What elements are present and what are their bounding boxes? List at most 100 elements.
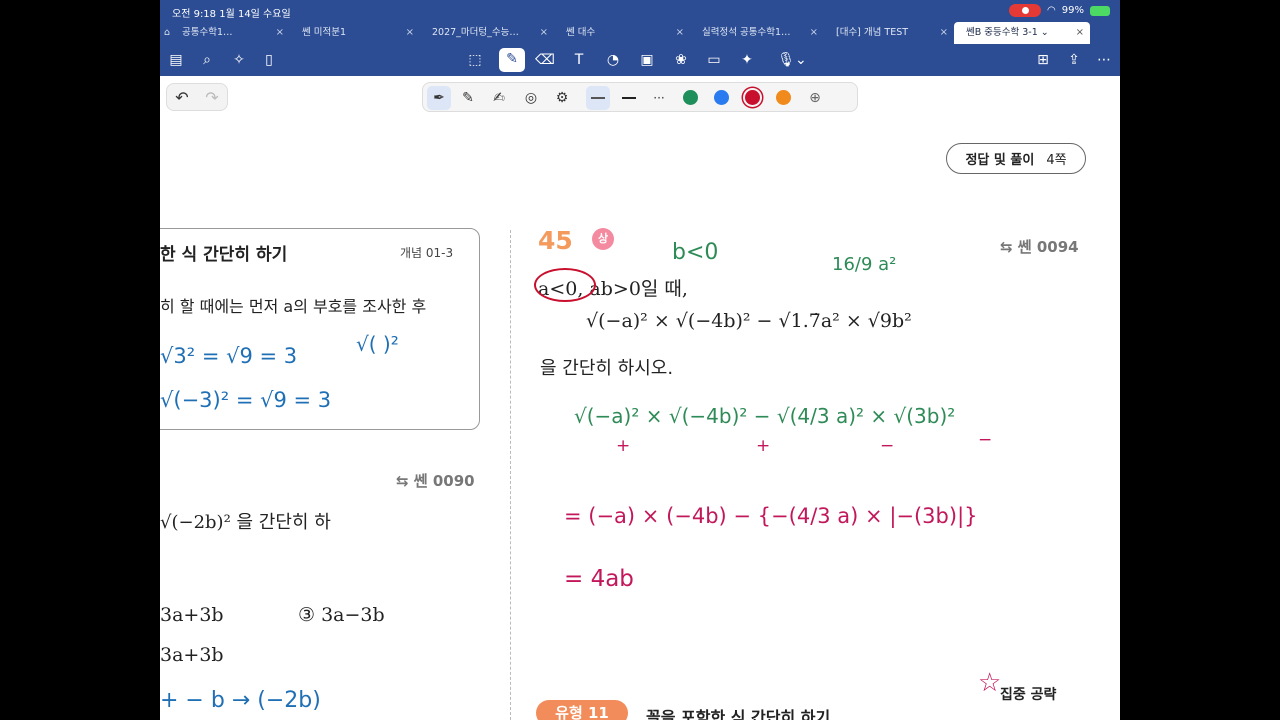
answer-page: 4쪽 [1046, 153, 1067, 168]
left-problem: √(−2b)² 을 간단히 하 [160, 512, 331, 533]
share-icon[interactable]: ⇪ [1063, 49, 1085, 71]
eraser-icon[interactable]: ⌫ [534, 49, 556, 71]
lasso-icon[interactable]: ⬚ [464, 49, 486, 71]
status-right: ◠ 99% [1009, 4, 1110, 17]
note-icon[interactable]: ▭ [703, 49, 725, 71]
laser-pointer-icon[interactable]: ✦ [736, 49, 758, 71]
sen-0094-ref: ⇆ 쎈 0094 [1000, 238, 1079, 256]
close-icon[interactable]: × [406, 22, 414, 44]
pen-tool-icon[interactable]: ✎ [499, 48, 525, 72]
sign-2: + [756, 436, 771, 456]
tab-bar: ⌂ 공통수학1… × 쎈 미적분1 × 2027_마더텅_수능… × 쎈 대수 … [160, 22, 1120, 44]
stroke-dotted[interactable]: ··· [647, 86, 671, 110]
column-divider [510, 230, 511, 720]
brush-pen-icon[interactable]: ✍ [487, 86, 511, 110]
add-page-icon[interactable]: ⊞ [1032, 49, 1054, 71]
focus-label: 집중 공략 [1000, 687, 1057, 703]
pen-palette: ✒ ✎ ✍ ◎ ⚙ ··· ⊕ [422, 82, 858, 112]
undo-redo-group: ↶ ↷ [166, 83, 228, 111]
answer-label: 정답 및 풀이 [965, 153, 1035, 168]
redo-icon[interactable]: ↷ [205, 88, 218, 107]
audio-record-icon[interactable]: 🎙︎⌄ [776, 49, 808, 71]
sign-4: − [978, 430, 993, 450]
stroke-medium[interactable] [617, 86, 641, 110]
pen-settings-icon[interactable]: ⚙ [550, 86, 574, 110]
page-icon[interactable]: ▯ [258, 49, 280, 71]
fountain-pen-icon[interactable]: ✒ [427, 86, 451, 110]
battery-icon [1090, 5, 1110, 16]
left-choice-b: 3a+3b [160, 644, 224, 666]
tab-label: 쎈B 중등수학 3-1 ⌄ [966, 27, 1049, 38]
undo-icon[interactable]: ↶ [175, 88, 188, 107]
problem-number: 45 [538, 226, 573, 255]
type-badge: 유형 11 [536, 700, 628, 720]
red-circle-annotation [534, 268, 596, 302]
bookmark-icon[interactable]: ✧ [228, 49, 250, 71]
close-icon[interactable]: × [940, 22, 948, 44]
concept-tag: 개념 01-3 [400, 246, 454, 260]
status-bar: 오전 9:18 1월 14일 수요일 ◠ 99% [160, 0, 1120, 22]
handwritten-rewrite: √(−a)² × √(−4b)² − √(4/3 a)² × √(3b)² [574, 404, 956, 428]
tab-sen-calculus[interactable]: 쎈 미적분1 × [290, 22, 420, 44]
note-app: 오전 9:18 1월 14일 수요일 ◠ 99% ⌂ 공통수학1… × 쎈 미적… [160, 0, 1120, 720]
sign-1: + [616, 436, 631, 456]
sen-0090-ref: ⇆ 쎈 0090 [396, 472, 475, 490]
shape-icon[interactable]: ◔ [602, 49, 624, 71]
close-icon[interactable]: × [540, 22, 548, 44]
tab-senb-middle[interactable]: 쎈B 중등수학 3-1 ⌄ × [954, 22, 1090, 44]
battery-percent: 99% [1061, 5, 1084, 16]
sidebar-icon[interactable]: ▤ [165, 49, 187, 71]
handwritten-step1: = (−a) × (−4b) − {−(4/3 a) × |−(3b)|} [564, 504, 978, 528]
handwritten-b-negative: b<0 [672, 240, 719, 265]
concept-text: 히 할 때에는 먼저 a의 부호를 조사한 후 [160, 297, 427, 316]
tab-sen-algebra[interactable]: 쎈 대수 × [554, 22, 690, 44]
more-icon[interactable]: ⋯ [1093, 49, 1115, 71]
sign-3: − [880, 436, 895, 456]
difficulty-badge: 상 [592, 228, 614, 250]
wifi-icon: ◠ [1047, 5, 1056, 16]
left-choice-a: 3a+3b [160, 604, 224, 626]
close-icon[interactable]: × [276, 22, 284, 44]
search-icon[interactable]: ⌕ [196, 49, 218, 71]
color-blue[interactable] [714, 90, 729, 105]
image-icon[interactable]: ▣ [636, 49, 658, 71]
color-orange[interactable] [776, 90, 791, 105]
home-icon: ⌂ [164, 27, 171, 38]
tab-label: 2027_마더텅_수능… [432, 27, 519, 38]
screen-record-icon[interactable] [1009, 4, 1042, 17]
color-red[interactable] [745, 90, 760, 105]
handwritten-left-work: + − b → (−2b) [160, 688, 321, 713]
star-icon: ☆ [978, 668, 1002, 698]
tab-label: 쎈 미적분1 [302, 27, 347, 38]
handwritten-concept-line1: √3² = √9 = 3 [160, 344, 298, 368]
problem-expression: √(−a)² × √(−4b)² − √1.7̇a² × √9b² [586, 310, 912, 332]
left-choice-3: ③ 3a−3b [298, 604, 385, 626]
tab-label: [대수] 개념 TEST [836, 27, 909, 38]
tab-jungseok[interactable]: 실력정석 공통수학1… × [690, 22, 824, 44]
close-icon[interactable]: × [676, 22, 684, 44]
tab-common-math1[interactable]: ⌂ 공통수학1… × [160, 22, 290, 44]
answer-page-badge: 정답 및 풀이 4쪽 [946, 143, 1086, 174]
problem-instruction: 을 간단히 하시오. [540, 358, 674, 379]
tab-label: 실력정석 공통수학1… [702, 27, 791, 38]
close-icon[interactable]: × [810, 22, 818, 44]
add-color-icon[interactable]: ⊕ [803, 86, 827, 110]
tab-concept-test[interactable]: [대수] 개념 TEST × [824, 22, 954, 44]
main-toolbar: ▤ ⌕ ✧ ▯ ⬚ ✎ ⌫ T ◔ ▣ ❀ ▭ ✦ 🎙︎⌄ ⊞ ⇪ ⋯ [160, 44, 1120, 76]
handwritten-step2: = 4ab [564, 566, 634, 592]
concept-title: 한 식 간단히 하기 [160, 245, 288, 265]
highlighter-icon[interactable]: ◎ [519, 86, 543, 110]
tab-label: 공통수학1… [182, 27, 233, 38]
stroke-thin[interactable] [586, 86, 610, 110]
sticker-icon[interactable]: ❀ [670, 49, 692, 71]
handwritten-fraction: 16/9 a² [832, 254, 897, 275]
tab-mother-tongue[interactable]: 2027_마더텅_수능… × [420, 22, 554, 44]
type-title: 꼴을 포함한 식 간단히 하기 [646, 708, 831, 720]
ball-pen-icon[interactable]: ✎ [456, 86, 480, 110]
tab-label: 쎈 대수 [566, 27, 596, 38]
handwritten-concept-side: √( )² [356, 332, 399, 356]
color-green[interactable] [683, 90, 698, 105]
close-icon[interactable]: × [1076, 22, 1084, 44]
textbox-icon[interactable]: T [568, 49, 590, 71]
handwritten-concept-line2: √(−3)² = √9 = 3 [160, 388, 332, 412]
